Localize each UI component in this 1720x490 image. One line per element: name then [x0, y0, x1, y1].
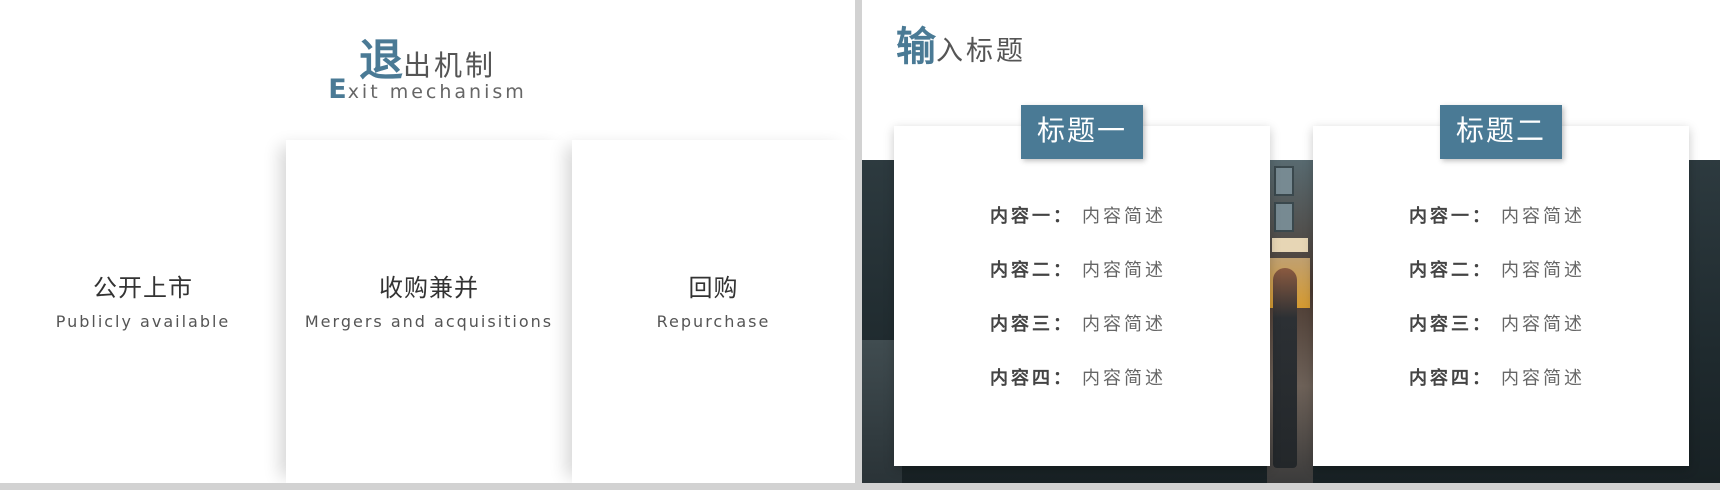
- row-label: 内容四：: [990, 368, 1074, 389]
- row-value: 内容简述: [1501, 314, 1585, 335]
- slide-title: 输入标题: [896, 14, 1026, 72]
- slide-subtitle-rest: xit mechanism: [347, 81, 527, 103]
- photo-window: [1274, 202, 1294, 232]
- panel-title: 公开上市: [93, 274, 193, 302]
- card-tab: 标题一: [1021, 105, 1143, 159]
- content-card-1: 标题一 内容一： 内容简述 内容二： 内容简述 内容三： 内容简述 内容四： 内容简述: [894, 105, 1270, 466]
- row-label: 内容二：: [990, 260, 1074, 281]
- card-tab: 标题二: [1440, 105, 1562, 159]
- panel-subtitle: Publicly available: [55, 312, 231, 331]
- panel-mergers: 收购兼并 Mergers and acquisitions: [286, 140, 572, 483]
- row-value: 内容简述: [1501, 206, 1585, 227]
- card-row: 内容三： 内容简述: [1409, 310, 1585, 336]
- card-row: 内容二： 内容简述: [1409, 256, 1585, 282]
- row-label: 内容三：: [990, 314, 1074, 335]
- card-row: 内容一： 内容简述: [990, 202, 1166, 228]
- slide-input-title: 输入标题 标题一 内容一： 内容简述 内容二： 内容简述 内容三： 内容简述 内容四：…: [862, 0, 1720, 483]
- photo-window: [1274, 166, 1294, 196]
- row-value: 内容简述: [1501, 260, 1585, 281]
- row-value: 内容简述: [1082, 260, 1166, 281]
- card-row: 内容四： 内容简述: [990, 364, 1166, 390]
- slide-title-rest: 入标题: [936, 36, 1026, 67]
- content-card-2: 标题二 内容一： 内容简述 内容二： 内容简述 内容三： 内容简述 内容四： 内容简述: [1313, 105, 1689, 466]
- card-row: 内容四： 内容简述: [1409, 364, 1585, 390]
- row-label: 内容三：: [1409, 314, 1493, 335]
- photo-shop-sign: [1272, 238, 1308, 252]
- panel-repurchase: 回购 Repurchase: [572, 140, 855, 483]
- slide-subtitle-initial: E: [328, 74, 348, 105]
- row-value: 内容简述: [1501, 368, 1585, 389]
- panel-subtitle: Repurchase: [656, 312, 771, 331]
- slide-subtitle: Exit mechanism: [0, 74, 855, 105]
- photo-person: [1273, 268, 1297, 468]
- row-value: 内容简述: [1082, 314, 1166, 335]
- row-label: 内容四：: [1409, 368, 1493, 389]
- slide-title-initial: 输: [896, 24, 936, 70]
- row-value: 内容简述: [1082, 368, 1166, 389]
- row-value: 内容简述: [1082, 206, 1166, 227]
- slide-exit-mechanism: 退出机制 Exit mechanism 公开上市 Publicly availa…: [0, 0, 855, 483]
- row-label: 内容一：: [1409, 206, 1493, 227]
- panel-title: 回购: [688, 274, 739, 302]
- panel-subtitle: Mergers and acquisitions: [304, 312, 554, 331]
- card-row: 内容一： 内容简述: [1409, 202, 1585, 228]
- card-row: 内容二： 内容简述: [990, 256, 1166, 282]
- card-row: 内容三： 内容简述: [990, 310, 1166, 336]
- row-label: 内容一：: [990, 206, 1074, 227]
- row-label: 内容二：: [1409, 260, 1493, 281]
- panel-public-listing: 公开上市 Publicly available: [0, 140, 286, 483]
- panel-title: 收购兼并: [379, 274, 479, 302]
